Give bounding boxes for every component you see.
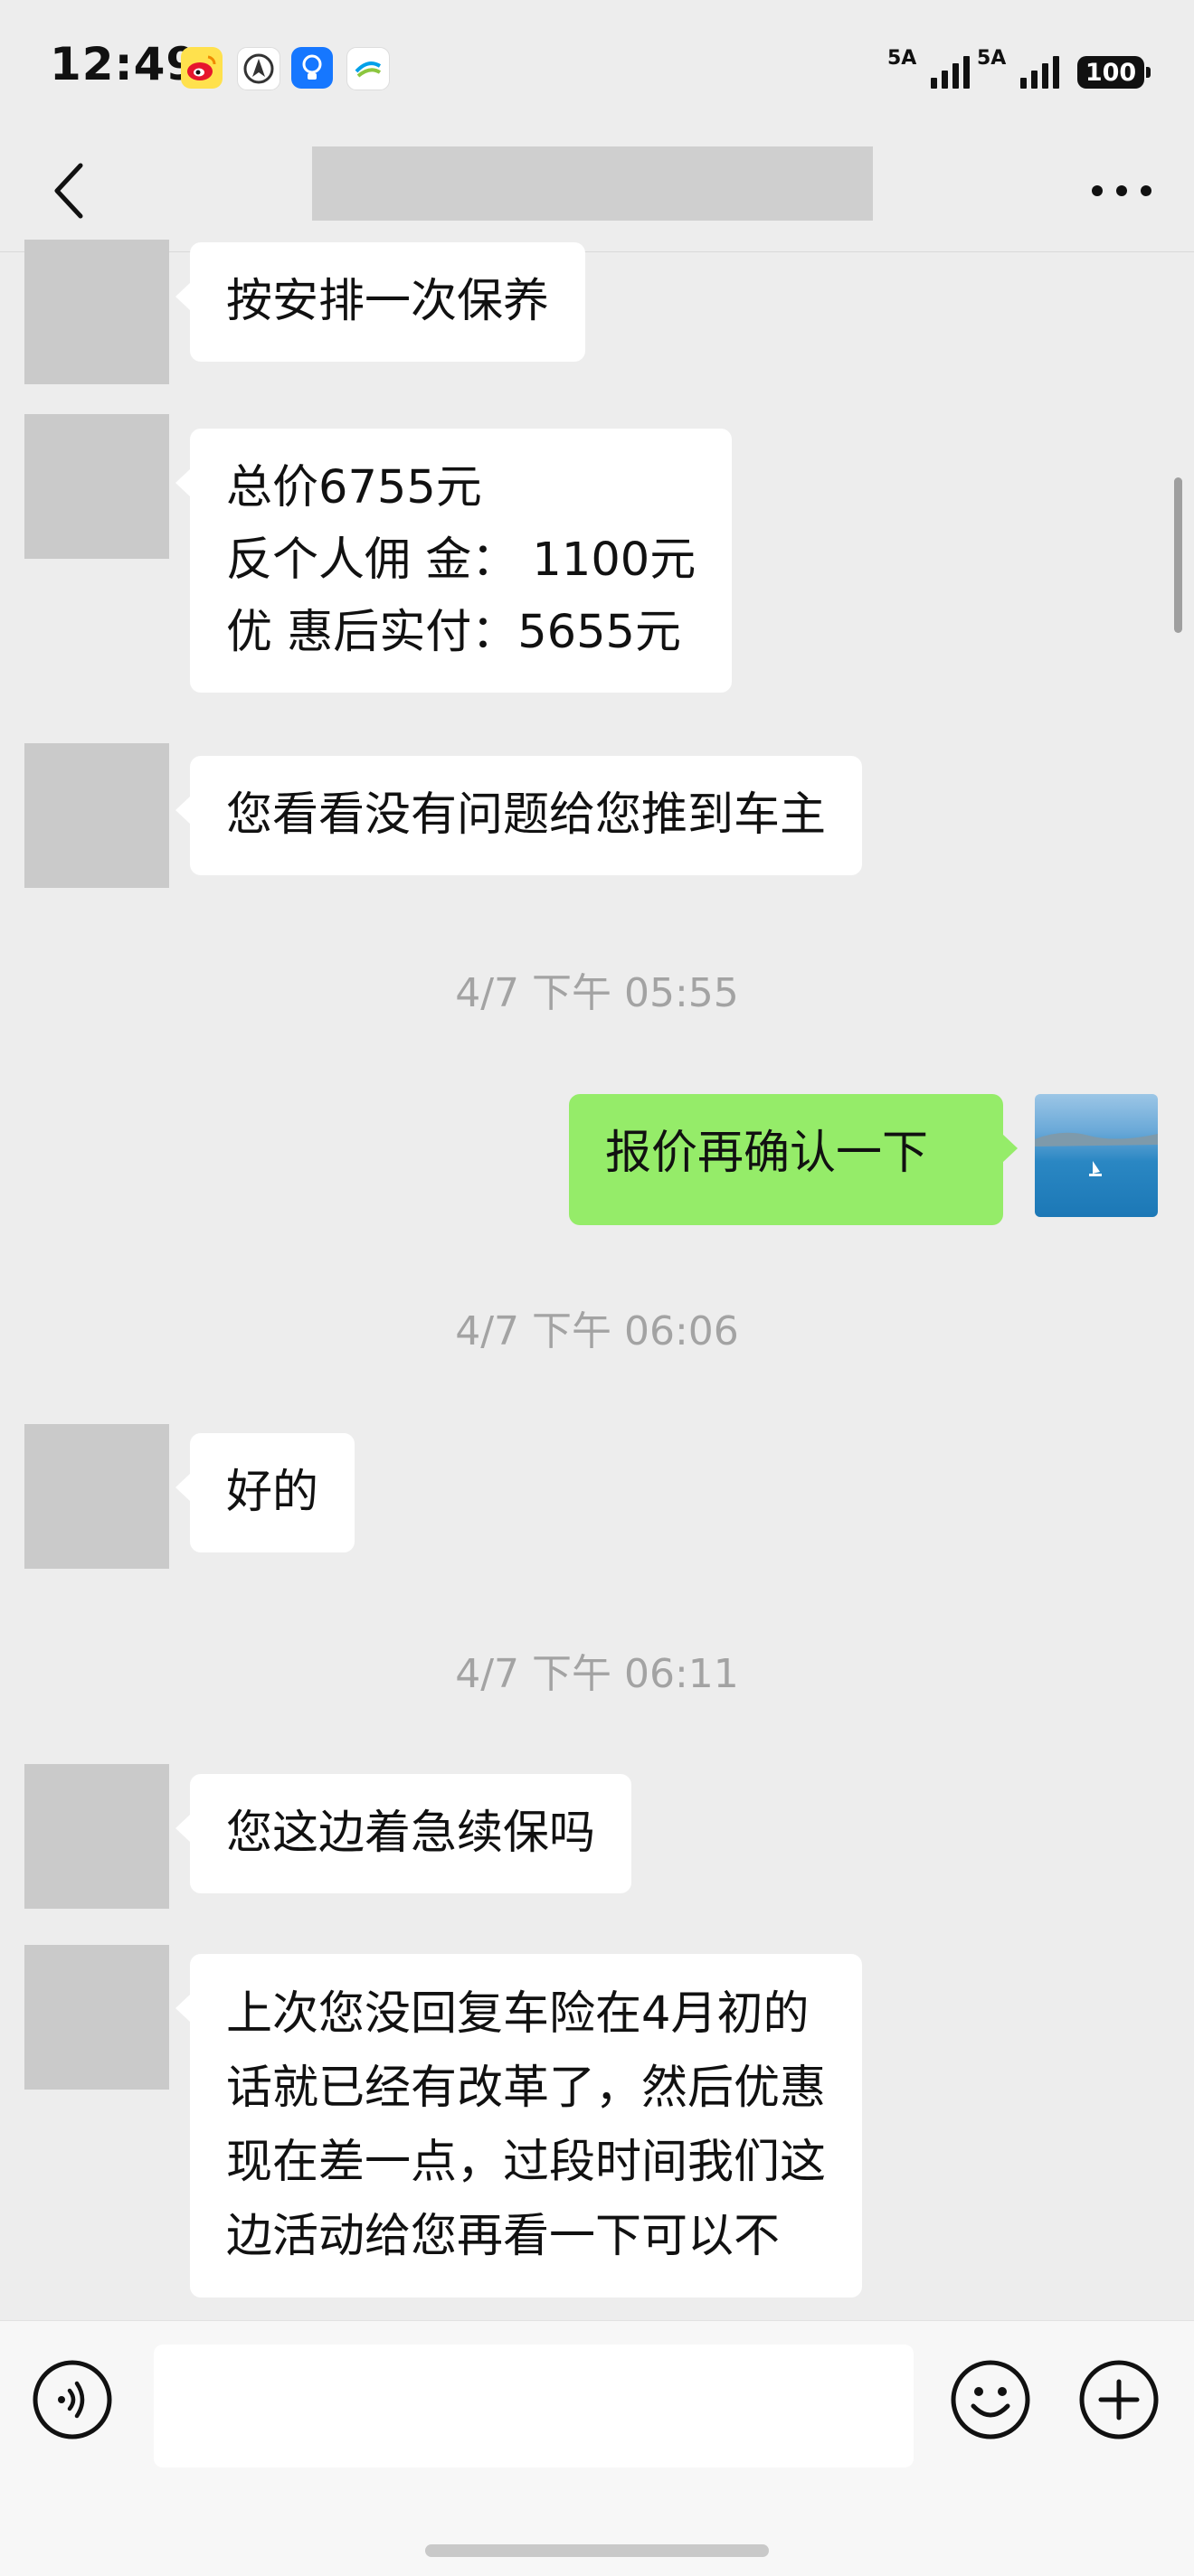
- avatar[interactable]: [24, 414, 169, 559]
- chat-title-redacted: [312, 146, 873, 221]
- more-button[interactable]: [1085, 159, 1158, 222]
- message-bubble[interactable]: 好的: [175, 1433, 355, 1552]
- home-indicator[interactable]: [425, 2544, 769, 2557]
- battery-level: 100: [1085, 58, 1137, 87]
- battery-icon: 100: [1077, 56, 1151, 89]
- timestamp: 4/7 下午 06:11: [455, 1651, 739, 1697]
- avatar[interactable]: [24, 1764, 169, 1909]
- avatar[interactable]: [24, 743, 169, 888]
- add-button[interactable]: [1078, 2359, 1160, 2440]
- status-bar: 12:49 5A 5A 100: [0, 0, 1194, 136]
- compass-app-icon: [237, 47, 280, 90]
- emoji-icon: [951, 2360, 1030, 2439]
- more-dots-icon: [1092, 185, 1151, 196]
- message-bubble[interactable]: 您看看没有问题给您推到车主: [175, 756, 863, 875]
- message-bubble[interactable]: 上次您没回复车险在4月初的 话就已经有改革了，然后优惠 现在差一点，过段时间我们…: [175, 1954, 863, 2298]
- avatar[interactable]: [24, 1424, 169, 1569]
- scrollbar[interactable]: [1174, 477, 1182, 633]
- plus-circle-icon: [1079, 2360, 1159, 2439]
- network-type-2: 5A: [977, 47, 1007, 70]
- voice-icon: [33, 2360, 112, 2439]
- emoji-button[interactable]: [950, 2359, 1031, 2440]
- back-button[interactable]: [38, 159, 101, 222]
- voice-button[interactable]: [32, 2359, 113, 2440]
- signal-icon: 5A: [887, 47, 970, 89]
- message-bubble[interactable]: 总价6755元 反个人佣 金： 1100元 优 惠后实付：5655元: [175, 429, 733, 693]
- signal-icon: 5A: [977, 47, 1059, 89]
- network-type-1: 5A: [887, 47, 917, 70]
- avatar[interactable]: [24, 240, 169, 384]
- message-bubble[interactable]: 按安排一次保养: [175, 242, 586, 362]
- status-indicators: 5A 5A 100: [887, 47, 1151, 89]
- status-time: 12:49: [50, 38, 199, 90]
- message-bubble[interactable]: 您这边着急续保吗: [175, 1774, 632, 1893]
- avatar[interactable]: [24, 1945, 169, 2090]
- chevron-left-icon: [54, 163, 83, 219]
- bulb-app-icon: [291, 47, 333, 89]
- message-bubble-sent[interactable]: 报价再确认一下: [569, 1094, 1018, 1225]
- timestamp: 4/7 下午 05:55: [455, 970, 739, 1016]
- message-input[interactable]: [154, 2345, 914, 2467]
- input-bar: [0, 2320, 1194, 2576]
- chat-header: [0, 136, 1194, 252]
- avatar-self[interactable]: [1035, 1094, 1158, 1217]
- china-mobile-icon: [346, 47, 390, 90]
- timestamp: 4/7 下午 06:06: [455, 1308, 739, 1354]
- weibo-icon: [181, 47, 223, 89]
